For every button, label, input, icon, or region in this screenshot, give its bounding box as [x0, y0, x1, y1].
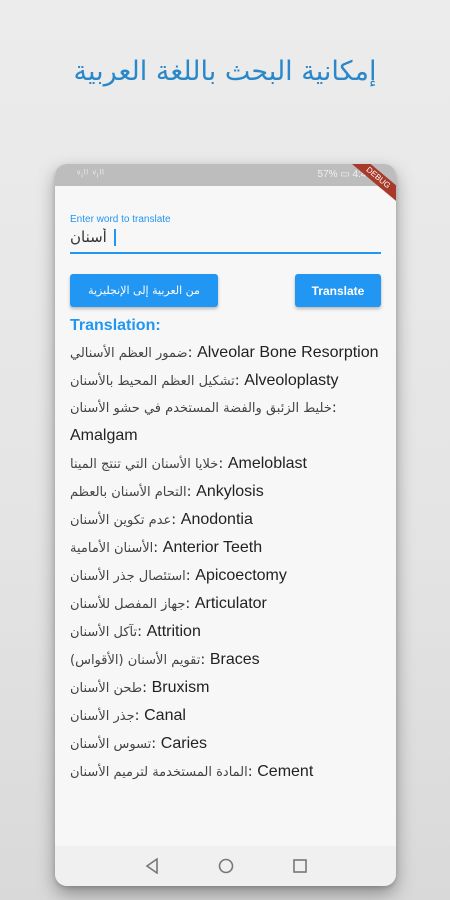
result-arabic: استئصال جذر الأسنان	[70, 569, 186, 584]
direction-toggle-button[interactable]: من العربية إلى الإنجليزية	[70, 274, 218, 307]
result-arabic: ضمور العظم الأسنالي	[70, 346, 188, 361]
result-arabic: تآكل الأسنان	[70, 625, 138, 640]
result-separator: :	[171, 512, 177, 528]
result-english: Apicoectomy	[195, 567, 287, 584]
word-input-field[interactable]: Enter word to translate	[70, 214, 381, 254]
result-arabic: طحن الأسنان	[70, 681, 143, 696]
translation-result: المادة المستخدمة لترميم الأسنان: Cement	[70, 758, 381, 786]
translation-result: طحن الأسنان: Bruxism	[70, 674, 381, 702]
result-separator: :	[134, 708, 140, 724]
result-english: Amalgam	[70, 427, 138, 444]
translation-result: ضمور العظم الأسنالي: Alveolar Bone Resor…	[70, 339, 381, 367]
result-english: Ankylosis	[196, 483, 264, 500]
signal-icon: ᵛᵢˡˡ ᵛᵢˡˡ	[77, 169, 105, 180]
result-english: Canal	[144, 707, 186, 724]
result-separator: :	[187, 345, 193, 361]
result-arabic: تقويم الأسنان (الأقواس)	[70, 653, 201, 668]
result-arabic: التحام الأسنان بالعظم	[70, 485, 187, 500]
promo-headline: إمكانية البحث باللغة العربية	[73, 56, 377, 87]
translation-result: تقويم الأسنان (الأقواس): Braces	[70, 646, 381, 674]
home-icon[interactable]	[218, 858, 234, 874]
translate-button[interactable]: Translate	[295, 274, 381, 307]
translation-result: تشكيل العظم المحيط بالأسنان: Alveoloplas…	[70, 367, 381, 395]
results-list: ضمور العظم الأسنالي: Alveolar Bone Resor…	[70, 339, 381, 786]
translation-result: خلايا الأسنان التي تنتج المينا: Amelobla…	[70, 450, 381, 478]
result-arabic: جذر الأسنان	[70, 709, 135, 724]
result-arabic: عدم تكوين الأسنان	[70, 513, 172, 528]
result-separator: :	[234, 373, 240, 389]
translation-heading: Translation:	[70, 317, 161, 334]
recents-icon[interactable]	[292, 858, 308, 874]
result-arabic: تشكيل العظم المحيط بالأسنان	[70, 374, 235, 389]
translation-result: التحام الأسنان بالعظم: Ankylosis	[70, 478, 381, 506]
result-separator: :	[200, 652, 206, 668]
result-english: Articulator	[194, 595, 267, 612]
translation-result: تسوس الأسنان: Caries	[70, 730, 381, 758]
result-separator: :	[153, 540, 159, 556]
result-separator: :	[331, 400, 337, 416]
result-arabic: تسوس الأسنان	[70, 737, 152, 752]
result-english: Cement	[257, 763, 314, 780]
result-separator: :	[142, 680, 148, 696]
status-bar: ᵛᵢˡˡ ᵛᵢˡˡ 57% ▭ 4:40 DEBUG	[55, 164, 396, 209]
translation-result: عدم تكوين الأسنان: Anodontia	[70, 506, 381, 534]
result-separator: :	[185, 596, 191, 612]
result-arabic: الأسنان الأمامية	[70, 541, 154, 556]
translation-result: الأسنان الأمامية: Anterior Teeth	[70, 534, 381, 562]
result-english: Bruxism	[151, 679, 210, 696]
word-input[interactable]	[70, 228, 110, 246]
result-arabic: المادة المستخدمة لترميم الأسنان	[70, 765, 248, 780]
result-arabic: خلايا الأسنان التي تنتج المينا	[70, 457, 219, 472]
translation-result: جهاز المفصل للأسنان: Articulator	[70, 590, 381, 618]
result-separator: :	[247, 764, 253, 780]
translation-result: استئصال جذر الأسنان: Apicoectomy	[70, 562, 381, 590]
result-english: Anodontia	[180, 511, 253, 528]
system-navbar	[55, 846, 396, 886]
result-english: Caries	[160, 735, 208, 752]
translation-result: جذر الأسنان: Canal	[70, 702, 381, 730]
result-english: Braces	[209, 651, 260, 668]
translation-result: تآكل الأسنان: Attrition	[70, 618, 381, 646]
translation-result: خليط الزئبق والفضة المستخدم في حشو الأسن…	[70, 395, 381, 450]
result-arabic: جهاز المفصل للأسنان	[70, 597, 186, 612]
result-separator: :	[218, 456, 224, 472]
phone-frame: ᵛᵢˡˡ ᵛᵢˡˡ 57% ▭ 4:40 DEBUG Enter word to…	[55, 164, 396, 886]
text-caret	[114, 228, 116, 246]
back-icon[interactable]	[144, 858, 160, 874]
result-separator: :	[137, 624, 142, 640]
result-separator: :	[185, 568, 191, 584]
result-english: Anterior Teeth	[162, 539, 263, 556]
result-english: Alveoloplasty	[244, 372, 339, 389]
input-label: Enter word to translate	[70, 214, 171, 225]
result-arabic: خليط الزئبق والفضة المستخدم في حشو الأسن…	[70, 401, 332, 416]
result-english: Ameloblast	[227, 455, 307, 472]
result-separator: :	[151, 736, 157, 752]
result-separator: :	[186, 484, 192, 500]
result-english: Alveolar Bone Resorption	[197, 344, 379, 361]
result-english: Attrition	[146, 623, 201, 640]
